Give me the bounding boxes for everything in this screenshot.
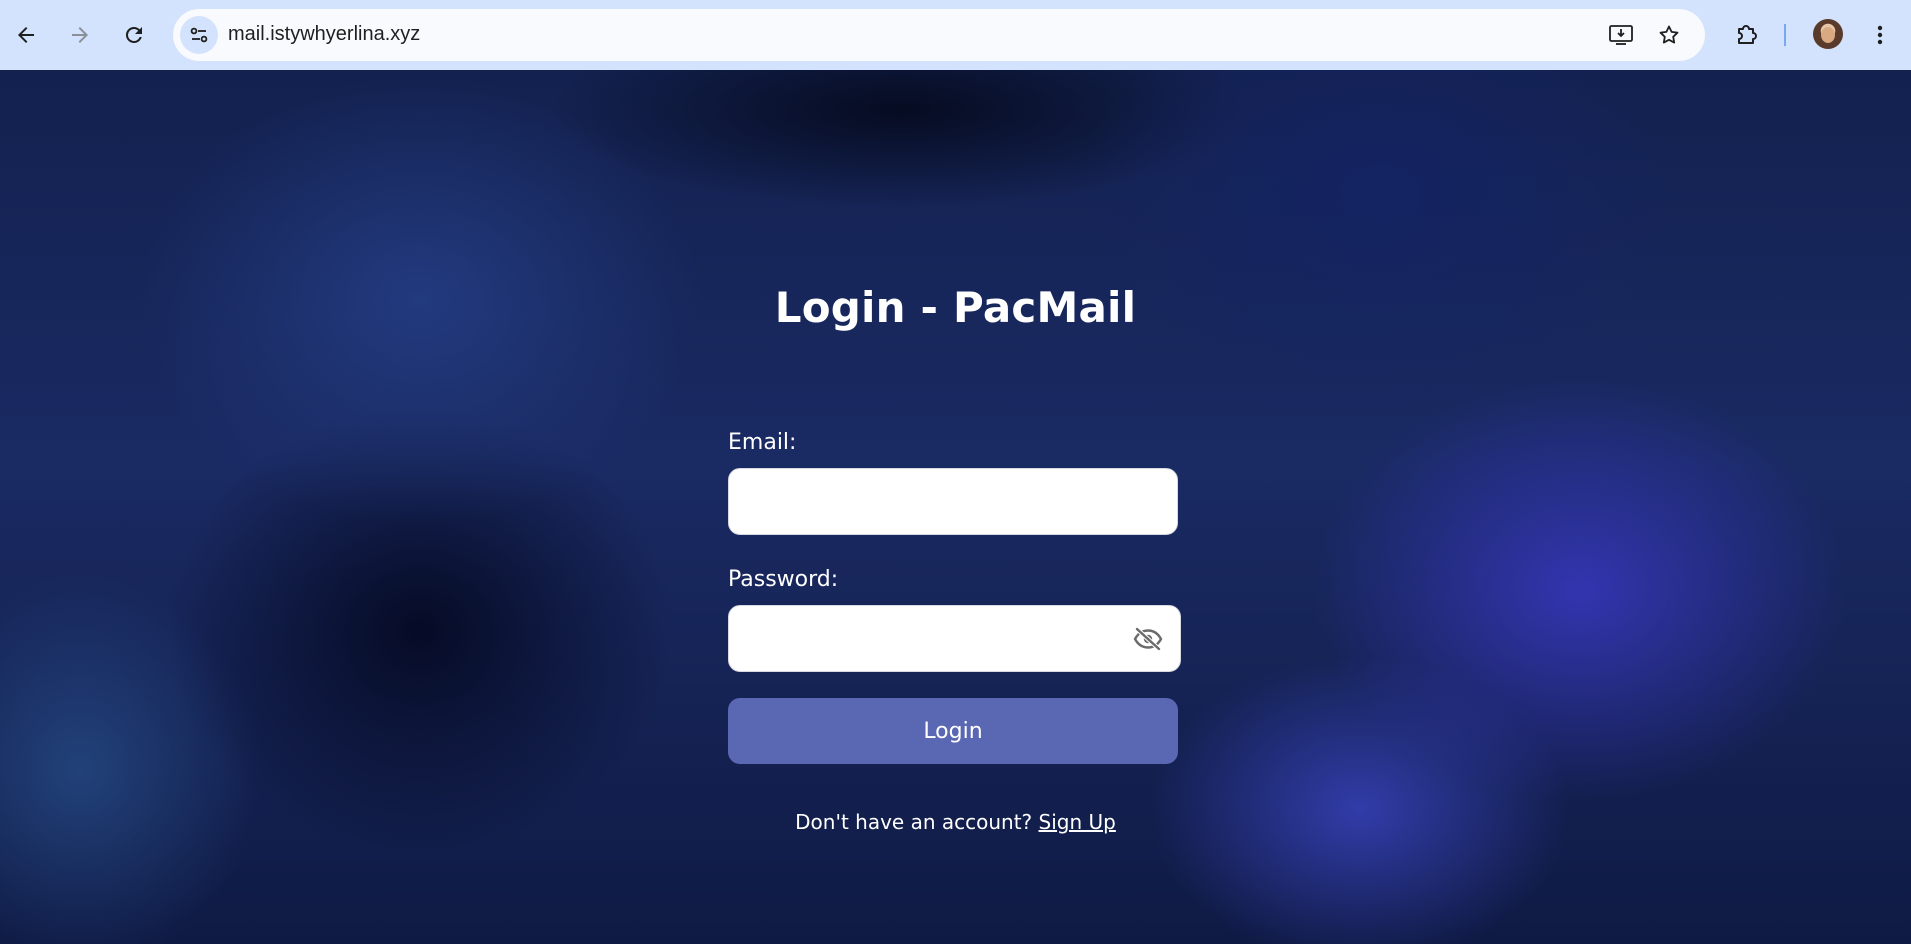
signup-link[interactable]: Sign Up (1039, 810, 1116, 834)
login-page: Login - PacMail Email: Password: Login D… (0, 70, 1911, 944)
reload-button[interactable] (114, 15, 154, 55)
tune-icon (190, 27, 208, 43)
bookmark-button[interactable] (1651, 17, 1687, 53)
more-vertical-icon (1877, 25, 1883, 45)
password-field[interactable] (728, 605, 1181, 672)
back-button[interactable] (6, 15, 46, 55)
password-label: Password: (728, 567, 839, 592)
url-text[interactable]: mail.istywhyerlina.xyz (228, 23, 420, 46)
profile-avatar[interactable] (1813, 19, 1843, 49)
install-app-icon (1609, 25, 1633, 45)
signup-prompt: Don't have an account? Sign Up (0, 810, 1911, 834)
email-field[interactable] (728, 468, 1178, 535)
signup-prompt-text: Don't have an account? (795, 810, 1033, 834)
eye-off-icon (1133, 627, 1163, 651)
install-app-button[interactable] (1603, 17, 1639, 53)
toolbar-divider (1784, 24, 1786, 46)
forward-button[interactable] (60, 15, 100, 55)
login-button[interactable]: Login (728, 698, 1178, 764)
page-title: Login - PacMail (774, 283, 1137, 332)
extensions-button[interactable] (1727, 15, 1767, 55)
site-info-button[interactable] (180, 16, 218, 54)
star-icon (1659, 25, 1679, 44)
address-bar[interactable]: mail.istywhyerlina.xyz (173, 9, 1705, 61)
email-label: Email: (728, 430, 797, 455)
arrow-right-icon (72, 27, 88, 43)
arrow-left-icon (18, 27, 34, 43)
puzzle-icon (1738, 25, 1757, 44)
password-visibility-toggle[interactable] (1128, 623, 1168, 655)
browser-menu-button[interactable] (1860, 15, 1900, 55)
browser-toolbar: mail.istywhyerlina.xyz (0, 0, 1911, 70)
reload-icon (125, 26, 142, 43)
